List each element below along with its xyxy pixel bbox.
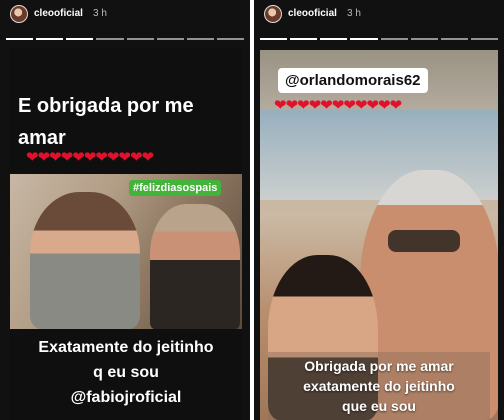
story-title: E obrigada por me amar (18, 90, 238, 154)
username[interactable]: cleooficial (34, 8, 83, 19)
progress-segment (290, 38, 318, 40)
progress-segment (440, 38, 468, 40)
story-header: cleooficial 3 h (254, 0, 504, 48)
title-line: E obrigada por me (18, 95, 194, 117)
avatar[interactable] (264, 5, 282, 23)
photo-person-man (150, 204, 240, 329)
caption-line: q eu sou (93, 364, 159, 381)
story-photo (10, 174, 242, 329)
progress-segment (6, 38, 34, 40)
progress-segment (410, 38, 438, 40)
progress-segment (216, 38, 244, 40)
caption-line: Exatamente do jeitinho (38, 339, 214, 356)
sunglasses (388, 230, 460, 252)
timestamp: 3 h (347, 8, 361, 19)
progress-segment (96, 38, 124, 40)
progress-segment (186, 38, 214, 40)
progress-segment (350, 38, 378, 40)
username[interactable]: cleooficial (288, 8, 337, 19)
progress-segment (260, 38, 288, 40)
timestamp: 3 h (93, 8, 107, 19)
hearts-row: ❤❤❤❤❤❤❤❤❤❤❤ (26, 149, 154, 166)
progress-segment (66, 38, 94, 40)
progress-segment (36, 38, 64, 40)
caption-line: Obrigada por me amar (304, 358, 454, 374)
photo-person-woman (30, 192, 140, 329)
story-header: cleooficial 3 h (0, 0, 250, 48)
story-progress-bar (260, 38, 498, 41)
avatar[interactable] (10, 5, 28, 23)
mention-link[interactable]: @fabiojroficial (10, 389, 242, 407)
story-progress-bar (6, 38, 244, 41)
hashtag-sticker[interactable]: #felizdiasospais (129, 180, 222, 196)
progress-segment (126, 38, 154, 40)
hearts-row: ❤❤❤❤❤❤❤❤❤❤❤ (274, 97, 402, 114)
progress-segment (470, 38, 498, 40)
caption-line: que eu sou (342, 398, 416, 414)
mention-sticker[interactable]: @orlandomorais62 (278, 68, 428, 93)
caption-line: exatamente do jeitinho (303, 378, 455, 394)
left-story-panel[interactable]: cleooficial 3 h E obrigada por me amar ❤… (0, 0, 250, 420)
progress-segment (320, 38, 348, 40)
progress-segment (380, 38, 408, 40)
progress-segment (156, 38, 184, 40)
